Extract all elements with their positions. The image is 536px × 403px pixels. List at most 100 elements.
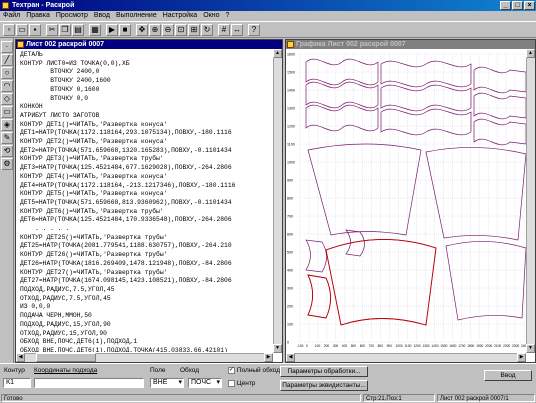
settings-tool-icon[interactable]: ⚙ [1, 158, 13, 170]
code-line: КОНТУР ЛИСТ0=ИЗ ТОЧКА(0,0),ХБ [20, 59, 130, 67]
code-line: КОНТУР ДЕТ5()=ЧИТАТЬ,'Развертка конуса' [20, 190, 168, 198]
menu-run[interactable]: Выполнение [113, 11, 160, 21]
print-icon[interactable]: ▦ [89, 24, 101, 36]
close-button[interactable]: × [524, 1, 535, 10]
contour-tool-icon[interactable]: ◇ [1, 93, 13, 105]
coords-field[interactable] [34, 378, 144, 388]
gscroll-down-icon[interactable]: ▼ [526, 344, 535, 353]
zoom-all-icon[interactable]: ⊞ [188, 24, 200, 36]
zoom-window-icon[interactable]: ⊡ [175, 24, 187, 36]
full-bypass-option[interactable]: ✓ Полный обход [228, 367, 280, 374]
minimize-button[interactable]: _ [500, 1, 511, 10]
copy-icon[interactable]: ❐ [59, 24, 71, 36]
part-cone-4[interactable] [445, 241, 527, 321]
equidistant-params-button[interactable]: Параметры эквидистанты... [280, 380, 368, 391]
scroll-left-icon[interactable]: ◀ [16, 353, 25, 362]
point-tool-icon[interactable]: · [1, 41, 13, 53]
nesting-layout-canvas[interactable]: 1600150014001300120011001000900800700600… [286, 50, 535, 355]
x-tick-label: 400 [342, 344, 348, 348]
part-tube-5[interactable] [380, 84, 472, 112]
full-bypass-checkbox[interactable]: ✓ [228, 367, 235, 374]
direction-value: ПОЧС [191, 379, 212, 386]
part-tube-9[interactable] [473, 118, 527, 146]
menu-settings[interactable]: Настройка [160, 11, 200, 21]
maximize-button[interactable]: □ [512, 1, 523, 10]
x-tick-label: 2000 [485, 344, 492, 348]
stop-icon[interactable]: ■ [119, 24, 131, 36]
graphics-vertical-scrollbar[interactable]: ▲ ▼ [526, 49, 535, 353]
bypass-select[interactable]: ВНЕ ▾ [150, 378, 184, 388]
x-tick-label: 1900 [476, 344, 483, 348]
x-tick-label: 1100 [405, 344, 412, 348]
x-tick-label: 2100 [494, 344, 501, 348]
part-tube-3[interactable] [305, 104, 379, 132]
cut-icon[interactable]: ✂ [46, 24, 58, 36]
y-tick-label: 1500 [287, 71, 295, 75]
pan-icon[interactable]: ✥ [136, 24, 148, 36]
grid-icon[interactable]: # [218, 24, 230, 36]
gscroll-up-icon[interactable]: ▲ [526, 49, 535, 58]
chevron-down-icon: ▾ [178, 379, 182, 386]
part-tube-8[interactable] [473, 92, 527, 120]
help-icon[interactable]: ? [248, 24, 260, 36]
code-line: КОНТУР ДЕТ26()=ЧИТАТЬ,'Развертка трубы' [20, 251, 168, 259]
rectangle-tool-icon[interactable]: ▭ [1, 106, 13, 118]
redraw-icon[interactable]: ↻ [201, 24, 213, 36]
program-text[interactable]: ДЕТАЛЬ КОНТУР ЛИСТ0=ИЗ ТОЧКА(0,0),ХБ ВТОЧ… [20, 51, 272, 352]
part-cone-1[interactable] [307, 143, 422, 236]
y-tick-label: 1300 [287, 107, 295, 111]
code-line: КОНТУР ДЕТ27()=ЧИТАТЬ,'Развертка трубы' [20, 268, 168, 276]
scroll-thumb[interactable] [36, 353, 96, 362]
scroll-up-icon[interactable]: ▲ [273, 49, 282, 58]
circle-tool-icon[interactable]: ○ [1, 67, 13, 79]
enter-button[interactable]: Ввод [484, 370, 532, 381]
editor-vertical-scrollbar[interactable]: ▲ ▼ [273, 49, 282, 353]
run-icon[interactable]: ▶ [106, 24, 118, 36]
part-tube-4[interactable] [380, 60, 472, 88]
direction-select[interactable]: ПОЧС ▾ [188, 378, 222, 388]
center-checkbox[interactable] [228, 380, 235, 387]
menu-file[interactable]: Файл [0, 11, 23, 21]
window-title: Техтран - Раскрой [12, 2, 75, 9]
menu-help[interactable]: ? [222, 11, 232, 21]
scroll-down-icon[interactable]: ▼ [273, 344, 282, 353]
contour-field[interactable]: К1 [3, 378, 31, 388]
code-line: ВТОЧКУ 2400,0 [20, 68, 100, 76]
processing-params-button[interactable]: Параметры обработки... [280, 366, 368, 377]
part-tool-icon[interactable]: ◈ [1, 119, 13, 131]
open-folder-icon[interactable]: ▭ [16, 24, 28, 36]
part-tube-2[interactable] [305, 81, 379, 109]
y-tick-label: 500 [287, 251, 293, 255]
scroll-right-icon[interactable]: ▶ [264, 353, 273, 362]
part-cone-2[interactable] [425, 147, 527, 241]
menu-window[interactable]: Окно [200, 11, 222, 21]
cut-path-tool-icon[interactable]: ✎ [1, 132, 13, 144]
center-option[interactable]: Центр [228, 380, 255, 387]
arc-tool-icon[interactable]: ◠ [1, 80, 13, 92]
approach-path [307, 274, 331, 319]
part-cone-3[interactable] [325, 239, 437, 326]
zoom-in-icon[interactable]: ⊕ [149, 24, 161, 36]
x-tick-label: 2200 [503, 344, 510, 348]
paste-icon[interactable]: ▤ [72, 24, 84, 36]
part-tube-7[interactable] [473, 66, 527, 94]
code-line: ОБХОД ВНЕ,ПОЧС,ДЕТ6(1),ПОДХОД,ТОЧКА(415.… [20, 346, 228, 352]
menu-input[interactable]: Ввод [91, 11, 113, 21]
y-axis-ticks: 1600150014001300120011001000900800700600… [287, 53, 295, 345]
graphics-horizontal-scrollbar[interactable]: ◀ ▶ [286, 353, 526, 362]
save-icon[interactable]: ▪ [29, 24, 41, 36]
editor-horizontal-scrollbar[interactable]: ◀ ▶ [16, 353, 273, 362]
zoom-out-icon[interactable]: ⊖ [162, 24, 174, 36]
y-tick-label: 100 [287, 323, 293, 327]
x-tick-label: 800 [378, 344, 384, 348]
measure-icon[interactable]: ↔ [231, 24, 243, 36]
line-tool-icon[interactable]: ╱ [1, 54, 13, 66]
bypass-tool-icon[interactable]: ⟲ [1, 145, 13, 157]
menu-view[interactable]: Просмотр [53, 11, 91, 21]
code-line: КОНТУР ДЕТ2()=ЧИТАТЬ,'Развертка конуса' [20, 138, 168, 146]
gscroll-right-icon[interactable]: ▶ [517, 353, 526, 362]
menu-edit[interactable]: Правка [23, 11, 53, 21]
new-file-icon[interactable]: ▫ [3, 24, 15, 36]
part-tube-6[interactable] [380, 108, 472, 136]
gscroll-left-icon[interactable]: ◀ [286, 353, 295, 362]
